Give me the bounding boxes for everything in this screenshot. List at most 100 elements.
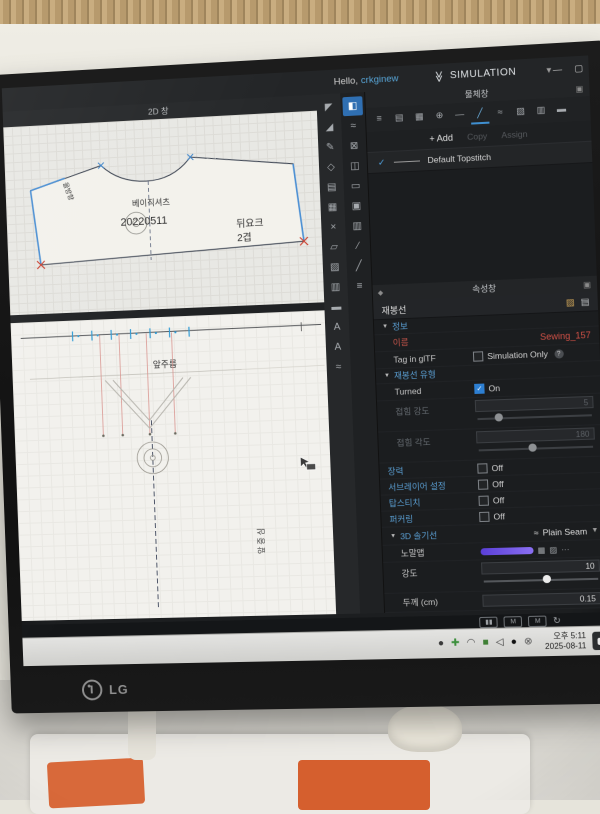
seam-allowance-tool-icon[interactable]: ▥ (325, 277, 346, 297)
solidify-tool-icon[interactable]: ▣ (346, 196, 367, 216)
simulation-only-label: Simulation Only (487, 349, 548, 361)
intensity-input[interactable] (481, 559, 600, 574)
mn-sewing-tool-icon[interactable]: ⊠ (344, 136, 365, 156)
guide-line (30, 369, 242, 379)
taskbar-clock[interactable]: 오후 5:11 2025-08-11 (545, 631, 587, 651)
object-list-empty-area[interactable] (368, 163, 596, 285)
double-chevron-icon: ≪ (432, 70, 446, 83)
restore-button[interactable]: ▢ (574, 62, 583, 74)
account-greeting[interactable]: Hello, crkginew (334, 73, 399, 88)
popout-icon[interactable]: ▣ (575, 84, 583, 94)
name-value[interactable]: Sewing_157 (472, 330, 591, 345)
open-preset-icon[interactable]: ▨ (566, 296, 575, 308)
edit-pattern-tool-icon[interactable]: ◢ (319, 117, 340, 137)
fold-angle-input[interactable] (476, 427, 595, 443)
tray-wifi-icon[interactable]: ◠ (466, 638, 475, 648)
simulation-only-checkbox[interactable] (473, 351, 484, 361)
pattern-canvas-bottom[interactable]: 앞주름 (11, 310, 337, 621)
intensity-row: 강도 (383, 557, 600, 594)
trace-tool-icon[interactable]: ▱ (324, 237, 345, 257)
stitch-line-tool-icon[interactable]: ╱ (348, 256, 369, 276)
topstitch-state: Off (493, 495, 505, 505)
notification-center-button[interactable] (592, 631, 600, 650)
save-preset-icon[interactable]: ▤ (581, 296, 590, 308)
button-tab-icon[interactable]: ⊕ (430, 106, 449, 126)
buttonhole-tab-icon[interactable]: — (450, 105, 469, 125)
fold-angle-slider[interactable] (477, 442, 596, 455)
username[interactable]: crkginew (361, 73, 399, 86)
copy-button[interactable]: Copy (467, 131, 488, 142)
open-file-icon[interactable]: ▨ (549, 545, 557, 554)
text-tool-icon[interactable]: A (327, 317, 348, 337)
tension-checkbox[interactable] (477, 463, 488, 473)
texture-grid-icon[interactable]: ▦ (537, 545, 545, 554)
sublayer-checkbox[interactable] (478, 479, 489, 489)
tray-dot-icon[interactable]: ● (438, 639, 444, 649)
seam-wave-icon: ≈ (534, 527, 539, 537)
taskbar-date: 2025-08-11 (545, 641, 587, 652)
puckering-state: Off (493, 511, 505, 521)
info-section-label: 정보 (392, 320, 408, 333)
graphic-tab-icon[interactable]: ▦ (410, 107, 429, 127)
help-icon[interactable]: ? (554, 349, 564, 358)
more-options-icon[interactable]: ··· (561, 544, 570, 553)
orange-object (47, 758, 145, 809)
mode-switcher[interactable]: ≪ SIMULATION (432, 65, 516, 83)
free-sewing-tool-icon[interactable]: ≈ (343, 116, 364, 136)
scene-tab-icon[interactable]: ≡ (370, 109, 389, 129)
app-main: 2D 창 베 (3, 80, 600, 621)
topstitch-tab-icon[interactable]: ╱ (470, 104, 489, 124)
steam-iron-tool-icon[interactable]: ▭ (345, 176, 366, 196)
tray-app-icon[interactable]: ■ (482, 638, 489, 648)
topstitch-checkbox[interactable] (478, 495, 489, 505)
grading-tool-icon[interactable]: ▦ (322, 197, 343, 217)
tray-volume-icon[interactable]: ◁ (496, 638, 504, 648)
popout-icon[interactable]: ▣ (583, 280, 591, 289)
thickness-input[interactable] (482, 592, 600, 607)
add-button[interactable]: + Add (429, 133, 453, 144)
pattern-top-edge[interactable] (21, 324, 322, 338)
gltf-label: Tag in glTF (393, 353, 436, 365)
shirring-tool-icon[interactable]: ≈ (328, 357, 349, 377)
fold-arrangement-tool-icon[interactable]: ◫ (345, 156, 366, 176)
tray-health-icon[interactable]: ✚ (451, 639, 460, 649)
puckering-tab-icon[interactable]: ≈ (491, 103, 510, 123)
intensity-slider[interactable] (482, 574, 600, 586)
normalmap-label: 노말맵 (401, 547, 425, 560)
fold-strength-slider[interactable] (475, 410, 594, 423)
pin-tool-icon[interactable]: ⁄ (348, 236, 369, 256)
sync-icon[interactable]: ↻ (553, 615, 561, 626)
seam3d-dropdown[interactable]: ≈ Plain Seam ▼ (480, 525, 599, 538)
seamtape-tab-icon[interactable]: ▬ (552, 100, 571, 120)
check-icon: ✓ (378, 157, 386, 168)
topstitch-line-tool-icon[interactable]: ≡ (349, 276, 370, 296)
dart-tool-icon[interactable]: ◇ (321, 157, 342, 177)
pattern-canvas-top[interactable]: 베이직셔츠 20220511 뒤요크 2겹 올방향 (3, 111, 324, 316)
sewing-cursor-icon (300, 457, 315, 470)
collapse-icon[interactable]: ◆ (378, 289, 384, 297)
segment-sewing-tool-icon[interactable]: ◧ (342, 96, 363, 116)
puckering-checkbox[interactable] (479, 511, 490, 521)
sublayer-state: Off (492, 478, 504, 488)
pen-tool-icon[interactable]: ✎ (320, 137, 341, 157)
yoke-pattern-outline[interactable] (30, 151, 305, 265)
annotation-tool-icon[interactable]: A (328, 337, 349, 357)
orange-object (298, 760, 430, 810)
cut-tool-icon[interactable]: × (323, 217, 344, 237)
tape-roll (388, 704, 462, 752)
turned-checkbox[interactable]: ✓ (474, 384, 485, 394)
transform-tool-icon[interactable]: ◤ (318, 97, 339, 117)
zipper-tab-icon[interactable]: ▨ (511, 102, 530, 122)
fill-tool-icon[interactable]: ▨ (325, 257, 346, 277)
notch-tool-icon[interactable]: ▬ (326, 297, 347, 317)
tray-safely-remove-icon[interactable]: ⊗ (524, 637, 533, 647)
fabric-tab-icon[interactable]: ▤ (390, 108, 409, 128)
close-button[interactable]: ✕ (595, 61, 600, 73)
clone-tool-icon[interactable]: ▤ (321, 177, 342, 197)
normalmap-swatch[interactable] (480, 546, 533, 554)
garment-fit-tool-icon[interactable]: ▥ (347, 216, 368, 236)
assign-button[interactable]: Assign (501, 129, 527, 140)
trim-tab-icon[interactable]: ▥ (531, 101, 550, 121)
tray-pen-icon[interactable]: ● (511, 637, 518, 647)
minimize-button[interactable]: — (553, 64, 563, 76)
